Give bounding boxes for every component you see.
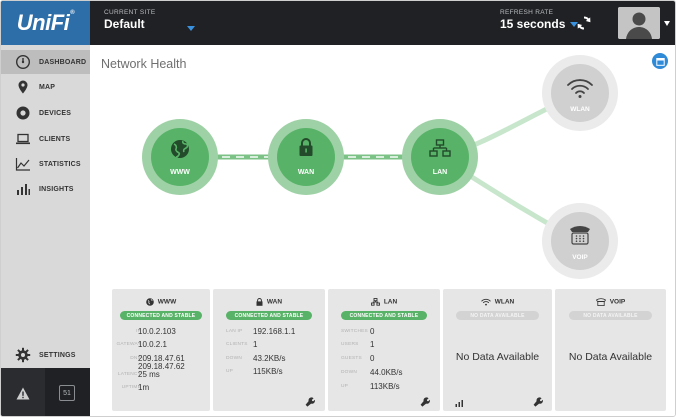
card-voip-title: VOIP [555, 298, 666, 306]
user-avatar[interactable] [618, 7, 660, 39]
node-lan-label: LAN [433, 169, 447, 176]
card-www-title: WWW [112, 298, 210, 306]
events-icon: 51 [59, 385, 75, 401]
node-www-label: WWW [170, 169, 190, 176]
events-button[interactable]: 51 [45, 368, 89, 416]
user-menu-caret-icon[interactable] [664, 21, 670, 26]
node-voip[interactable]: VOIP [542, 203, 618, 279]
status-badge: NO DATA AVAILABLE [456, 311, 539, 320]
site-caret-icon[interactable] [187, 26, 195, 31]
sidebar-item-label: STATISTICS [39, 160, 81, 168]
sidebar: DASHBOARD MAP DEVICES CLIENTS STATISTICS… [1, 45, 90, 416]
sidebar-item-label: INSIGHTS [39, 185, 74, 193]
devices-icon [16, 106, 30, 120]
sidebar-item-devices[interactable]: DEVICES [1, 101, 90, 125]
laptop-icon [16, 133, 30, 145]
sidebar-item-label: MAP [39, 83, 56, 91]
events-count: 51 [63, 389, 71, 397]
sidebar-item-insights[interactable]: INSIGHTS [1, 177, 90, 201]
network-topology-diagram: WWW WAN LAN WLAN VOIP [142, 55, 618, 279]
status-badge: CONNECTED AND STABLE [226, 311, 312, 320]
sidebar-item-clients[interactable]: CLIENTS [1, 127, 90, 151]
dashboard-main: Network Health WWW WAN LAN WLAN VOIP WWW… [90, 45, 675, 416]
card-voip[interactable]: VOIP NO DATA AVAILABLE No Data Available [555, 289, 666, 411]
map-pin-icon [18, 80, 28, 94]
sidebar-footer: 51 [1, 368, 90, 416]
card-wan-title: WAN [213, 298, 325, 306]
card-www[interactable]: WWW CONNECTED AND STABLE IP 10.0.2.103 GA… [112, 289, 210, 411]
node-www[interactable]: WWW [142, 119, 218, 195]
sidebar-item-label: SETTINGS [39, 351, 76, 359]
wrench-icon[interactable] [420, 397, 430, 407]
node-wan-label: WAN [298, 169, 314, 176]
globe-icon [171, 140, 189, 158]
wrench-icon[interactable] [533, 397, 543, 407]
card-lan-title: LAN [328, 298, 440, 306]
phone-icon [595, 298, 606, 306]
card-lan[interactable]: LAN CONNECTED AND STABLE SWITCHES 0 USERS… [328, 289, 440, 411]
line-chart-icon [15, 158, 30, 171]
sidebar-item-statistics[interactable]: STATISTICS [1, 152, 90, 176]
sidebar-item-label: DEVICES [39, 109, 72, 117]
dashboard-icon [15, 54, 31, 70]
status-badge: NO DATA AVAILABLE [569, 311, 652, 320]
status-badge: CONNECTED AND STABLE [120, 311, 202, 320]
site-label: CURRENT SITE [104, 9, 156, 16]
wrench-icon[interactable] [305, 397, 315, 407]
no-data-message: No Data Available [568, 351, 653, 363]
site-selector[interactable]: CURRENT SITE Default [104, 9, 156, 31]
topology-links [180, 90, 582, 244]
refresh-icon[interactable] [576, 15, 592, 31]
globe-icon [145, 298, 154, 306]
alerts-button[interactable] [1, 368, 45, 416]
network-icon [370, 298, 380, 306]
node-wlan[interactable]: WLAN [542, 55, 618, 131]
lock-icon [256, 298, 263, 306]
unifi-logo: UniFi® [16, 10, 75, 35]
sidebar-item-label: CLIENTS [39, 135, 71, 143]
site-value: Default [104, 17, 145, 31]
node-wan[interactable]: WAN [268, 119, 344, 195]
app-window: UniFi® CURRENT SITE Default REFRESH RATE… [0, 0, 676, 417]
bar-chart-icon [17, 184, 30, 195]
warning-icon [16, 387, 30, 399]
logo-area[interactable]: UniFi® [1, 1, 90, 45]
refresh-value: 15 seconds [500, 17, 566, 31]
sidebar-item-settings[interactable]: SETTINGS [1, 343, 90, 367]
sidebar-item-dashboard[interactable]: DASHBOARD [1, 50, 90, 74]
card-wan[interactable]: WAN CONNECTED AND STABLE LAN IP 192.168.1… [213, 289, 325, 411]
status-badge: CONNECTED AND STABLE [341, 311, 427, 320]
wifi-icon [481, 298, 491, 306]
top-bar: UniFi® CURRENT SITE Default REFRESH RATE… [1, 1, 675, 45]
node-voip-label: VOIP [572, 254, 588, 261]
node-wlan-label: WLAN [570, 106, 590, 113]
bar-chart-icon[interactable] [455, 399, 465, 407]
refresh-label: REFRESH RATE [500, 9, 554, 16]
card-wlan-title: WLAN [443, 298, 552, 306]
card-wlan[interactable]: WLAN NO DATA AVAILABLE No Data Available [443, 289, 552, 411]
sidebar-item-map[interactable]: MAP [1, 75, 90, 99]
node-lan[interactable]: LAN [402, 119, 478, 195]
refresh-rate-selector[interactable]: REFRESH RATE 15 seconds [500, 9, 579, 31]
gear-icon [15, 347, 31, 363]
no-data-message: No Data Available [455, 351, 540, 363]
sidebar-item-label: DASHBOARD [39, 58, 87, 66]
